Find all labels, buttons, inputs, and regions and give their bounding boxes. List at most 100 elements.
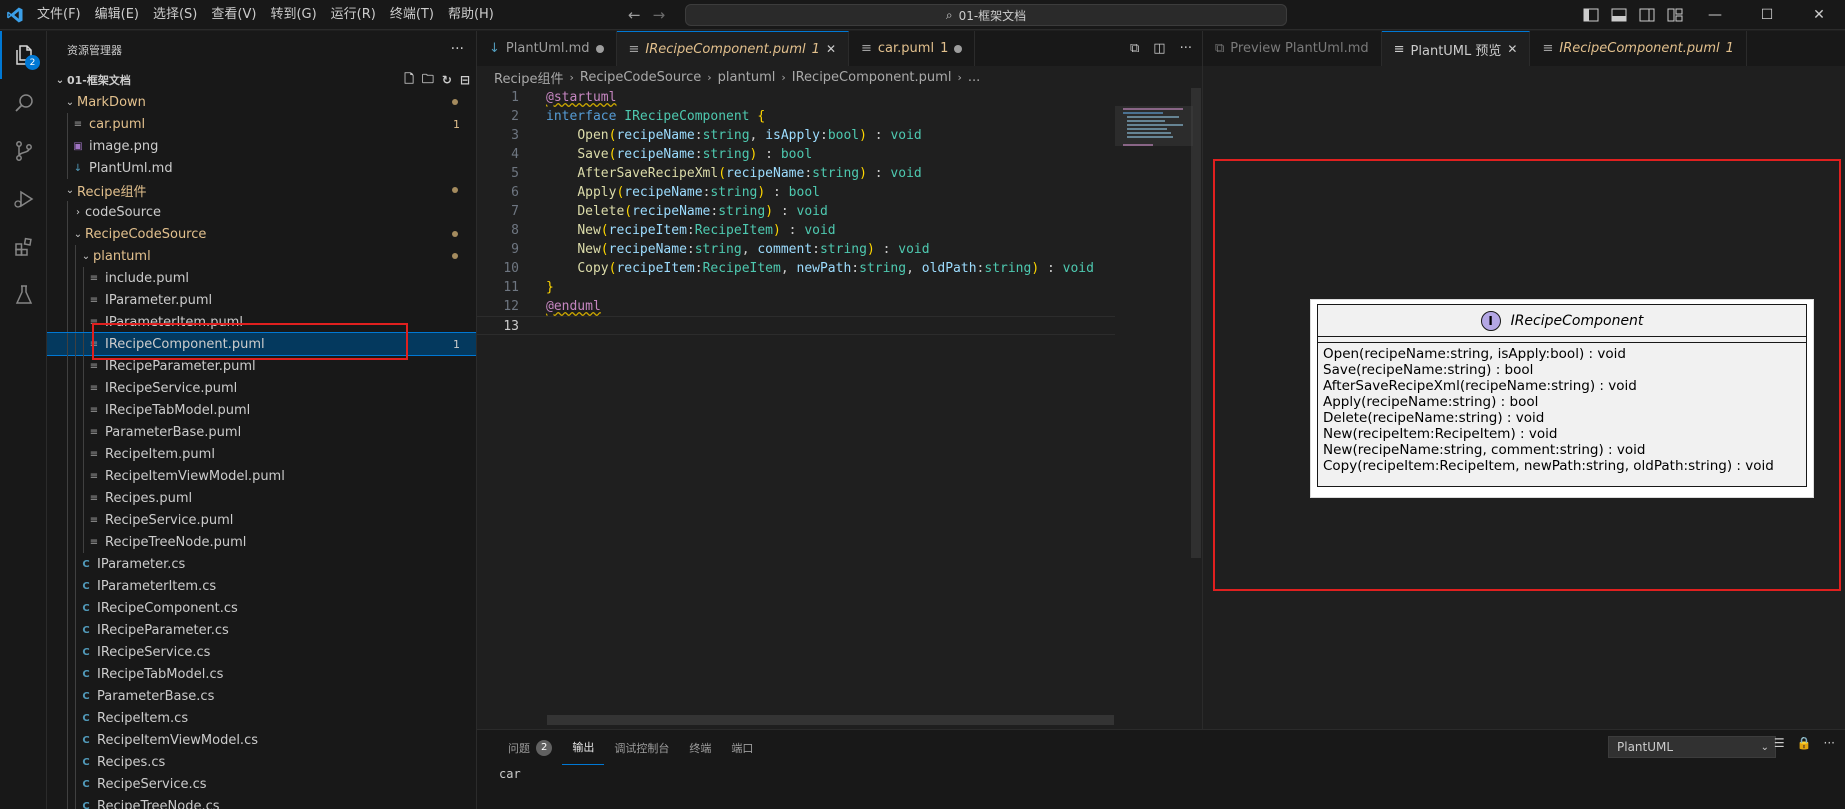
code-line[interactable]: 6 Apply(recipeName:string) : bool	[477, 183, 1115, 202]
customize-layout-icon[interactable]	[1664, 0, 1686, 30]
menu-item[interactable]: 查看(V)	[204, 0, 263, 30]
tree-item[interactable]: ≡ IRecipeService.puml	[47, 377, 476, 399]
tree-item[interactable]: ⌄ RecipeCodeSource	[47, 223, 476, 245]
panel-tab[interactable]: 输出	[562, 730, 605, 765]
tree-item[interactable]: ≡ ParameterBase.puml	[47, 421, 476, 443]
tree-item[interactable]: ≡ RecipeItemViewModel.puml	[47, 465, 476, 487]
new-file-icon[interactable]: 🗋	[404, 70, 414, 91]
source-control-icon[interactable]	[0, 127, 47, 175]
tree-item[interactable]: C RecipeItem.cs	[47, 707, 476, 729]
vertical-scrollbar[interactable]	[1191, 88, 1201, 558]
search-activity-icon[interactable]	[0, 79, 47, 127]
breadcrumb-item[interactable]: ...	[968, 70, 980, 85]
horizontal-scrollbar[interactable]	[547, 715, 1114, 725]
tree-item[interactable]: ⌄ MarkDown	[47, 91, 476, 113]
output-content[interactable]: car	[477, 765, 1845, 803]
menu-item[interactable]: 帮助(H)	[441, 0, 501, 30]
tree-item[interactable]: ≡ IRecipeTabModel.puml	[47, 399, 476, 421]
code-line[interactable]: 3 Open(recipeName:string, isApply:bool) …	[477, 126, 1115, 145]
tree-item[interactable]: C IRecipeService.cs	[47, 641, 476, 663]
tree-item[interactable]: ≡ RecipeTreeNode.puml	[47, 531, 476, 553]
tab-car-puml[interactable]: ≡ car.puml 1	[849, 31, 976, 66]
tree-item[interactable]: ▣ image.png	[47, 135, 476, 157]
tree-item[interactable]: C IRecipeParameter.cs	[47, 619, 476, 641]
tree-item[interactable]: C RecipeService.cs	[47, 773, 476, 795]
minimap[interactable]	[1115, 88, 1193, 638]
tree-item[interactable]: C IRecipeComponent.cs	[47, 597, 476, 619]
code-line[interactable]: 11}	[477, 278, 1115, 297]
menu-item[interactable]: 运行(R)	[324, 0, 383, 30]
tree-item[interactable]: C Recipes.cs	[47, 751, 476, 773]
code-line[interactable]: 2 interface IRecipeComponent {	[477, 107, 1115, 126]
refresh-icon[interactable]: ↻	[442, 73, 452, 87]
code-line[interactable]: 12 @enduml	[477, 297, 1115, 316]
panel-tab[interactable]: 端口	[721, 730, 763, 765]
back-arrow-icon[interactable]: ←	[628, 6, 641, 24]
tree-item[interactable]: C IRecipeTabModel.cs	[47, 663, 476, 685]
toggle-panel-icon[interactable]	[1608, 0, 1630, 30]
menu-item[interactable]: 转到(G)	[263, 0, 323, 30]
tree-item[interactable]: C IParameter.cs	[47, 553, 476, 575]
more-panel-actions-icon[interactable]: ···	[1824, 736, 1835, 750]
lock-scroll-icon[interactable]: 🔒	[1797, 736, 1812, 750]
testing-flask-icon[interactable]	[0, 271, 47, 319]
close-tab-icon[interactable]: ✕	[1507, 42, 1517, 56]
output-channel-select[interactable]: PlantUML ⌄	[1608, 736, 1776, 758]
tree-item[interactable]: ≡ car.puml 1	[47, 113, 476, 135]
code-line[interactable]: 8 New(recipeItem:RecipeItem) : void	[477, 221, 1115, 240]
tab-plantuml-preview[interactable]: ≡ PlantUML 预览 ✕	[1381, 31, 1531, 66]
toggle-primary-sidebar-icon[interactable]	[1580, 0, 1602, 30]
tree-item[interactable]: ↓ PlantUml.md	[47, 157, 476, 179]
panel-tab[interactable]: 终端	[679, 730, 721, 765]
breadcrumb-item[interactable]: RecipeCodeSource	[580, 70, 701, 85]
tree-item[interactable]: C ParameterBase.cs	[47, 685, 476, 707]
more-editor-actions-icon[interactable]: ···	[1180, 41, 1192, 56]
maximize-icon[interactable]: ☐	[1744, 0, 1790, 30]
explorer-icon[interactable]: 2	[0, 31, 47, 79]
code-line[interactable]: 5 AfterSaveRecipeXml(recipeName:string) …	[477, 164, 1115, 183]
panel-tab[interactable]: 调试控制台	[604, 730, 679, 765]
minimize-icon[interactable]: —	[1692, 0, 1738, 30]
clear-output-icon[interactable]: ☰	[1774, 736, 1785, 750]
run-debug-icon[interactable]	[0, 175, 47, 223]
code-editor[interactable]: 1 @startuml 2 interface IRecipeComponent {3…	[477, 88, 1115, 688]
breadcrumb-item[interactable]: Recipe组件	[494, 68, 563, 87]
code-line[interactable]: 7 Delete(recipeName:string) : void	[477, 202, 1115, 221]
close-tab-icon[interactable]: ✕	[826, 42, 836, 56]
tree-item[interactable]: ≡ RecipeService.puml	[47, 509, 476, 531]
menu-item[interactable]: 选择(S)	[146, 0, 204, 30]
tree-item[interactable]: C RecipeTreeNode.cs	[47, 795, 476, 809]
new-folder-icon[interactable]: 🗀	[422, 70, 434, 91]
tree-item[interactable]: ≡ IRecipeComponent.puml 1	[47, 332, 476, 356]
tab-preview-plantuml-md[interactable]: ⧉ Preview PlantUml.md	[1203, 31, 1382, 66]
more-actions-icon[interactable]: ···	[451, 41, 464, 57]
breadcrumb-item[interactable]: plantuml	[718, 70, 776, 85]
tree-item[interactable]: ≡ Recipes.puml	[47, 487, 476, 509]
forward-arrow-icon[interactable]: →	[653, 6, 666, 24]
open-preview-icon[interactable]: ⧉	[1130, 41, 1139, 56]
tree-item[interactable]: ≡ IParameterItem.puml	[47, 311, 476, 333]
panel-tab[interactable]: 问题 2	[498, 730, 562, 765]
code-line[interactable]: 13	[477, 316, 1115, 335]
menu-item[interactable]: 终端(T)	[383, 0, 441, 30]
menu-item[interactable]: 文件(F)	[30, 0, 88, 30]
code-line[interactable]: 10 Copy(recipeItem:RecipeItem, newPath:s…	[477, 259, 1115, 278]
extensions-icon[interactable]	[0, 223, 47, 271]
code-line[interactable]: 4 Save(recipeName:string) : bool	[477, 145, 1115, 164]
tab-irecipecomponent-puml-2[interactable]: ≡ IRecipeComponent.puml 1	[1530, 31, 1747, 66]
tab-plantuml-md[interactable]: ↓ PlantUml.md	[477, 31, 617, 66]
breadcrumb-item[interactable]: IRecipeComponent.puml	[792, 70, 952, 85]
split-editor-icon[interactable]: ◫	[1153, 41, 1165, 56]
tree-item[interactable]: ⌄ Recipe组件	[47, 179, 476, 201]
tree-item[interactable]: ≡ RecipeItem.puml	[47, 443, 476, 465]
tree-item[interactable]: ≡ IParameter.puml	[47, 289, 476, 311]
code-line[interactable]: 9 New(recipeName:string, comment:string)…	[477, 240, 1115, 259]
collapse-all-icon[interactable]: ⊟	[460, 73, 470, 87]
toggle-secondary-sidebar-icon[interactable]	[1636, 0, 1658, 30]
plantuml-preview-canvas[interactable]: I IRecipeComponent Open(recipeName:strin…	[1203, 66, 1845, 754]
tree-item[interactable]: ≡ IRecipeParameter.puml	[47, 355, 476, 377]
close-window-icon[interactable]: ✕	[1796, 0, 1842, 30]
tree-item[interactable]: ≡ include.puml	[47, 267, 476, 289]
menu-item[interactable]: 编辑(E)	[88, 0, 146, 30]
tree-item[interactable]: C RecipeItemViewModel.cs	[47, 729, 476, 751]
